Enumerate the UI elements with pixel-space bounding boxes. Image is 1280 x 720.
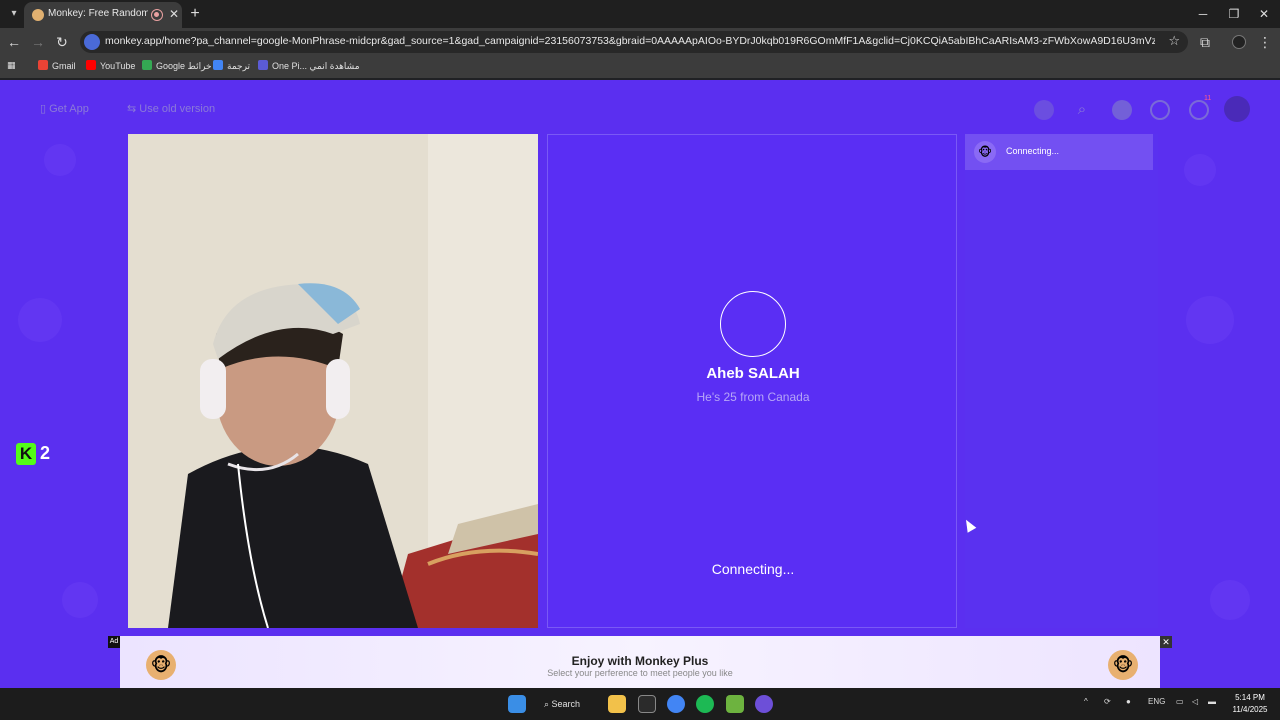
bookmark-google-maps[interactable]: Google خرائط: [142, 60, 212, 74]
network-icon[interactable]: ▭: [1176, 697, 1184, 706]
kick-badge[interactable]: K 2: [14, 442, 58, 466]
extensions-icon[interactable]: ⧉: [1196, 33, 1214, 51]
recording-icon: [151, 9, 163, 21]
microphone-icon[interactable]: ●: [1126, 697, 1131, 706]
history-icon[interactable]: [1150, 100, 1170, 120]
sync-icon[interactable]: ⟳: [1104, 697, 1111, 706]
app-icon[interactable]: [638, 695, 656, 713]
back-icon[interactable]: ←: [5, 33, 23, 51]
youtube-icon: [86, 60, 96, 70]
clock-date: 11/4/2025: [1232, 705, 1268, 714]
reload-icon[interactable]: ↻: [53, 33, 71, 51]
profile-avatar[interactable]: [1232, 35, 1246, 49]
connection-status: Connecting...: [711, 561, 795, 577]
monkey-page: ▯ Get App ⇆ Use old version ⌕ 11 Aheb SA…: [0, 80, 1280, 688]
ad-headline: Enjoy with Monkey Plus: [571, 654, 709, 668]
search-icon[interactable]: ⌕: [1072, 100, 1092, 120]
maximize-icon[interactable]: ❐: [1219, 5, 1249, 23]
chat-item-label: Connecting...: [1006, 146, 1060, 156]
windows-start-icon[interactable]: [508, 695, 526, 713]
peer-avatar: [720, 291, 786, 357]
tab-search-icon[interactable]: ▾: [6, 6, 22, 22]
spotify-icon[interactable]: [696, 695, 714, 713]
browser-toolbar: ← → ↻ monkey.app/home?pa_channel=google-…: [0, 28, 1280, 56]
monkey-favicon-icon: [32, 9, 44, 21]
window-close-icon[interactable]: ✕: [1249, 5, 1279, 23]
webcam-feed: [128, 134, 538, 628]
monkey-avatar-icon: 🐵: [974, 141, 996, 163]
bookmark-gmail[interactable]: Gmail: [38, 60, 76, 74]
app-icon[interactable]: [755, 695, 773, 713]
peer-panel: Aheb SALAH He's 25 from Canada Connectin…: [547, 134, 957, 628]
taskbar: ⌕ Search ^ ⟳ ● ENG ▭ ◁ ▬ 5:14 PM 11/4/20…: [0, 688, 1280, 720]
maps-icon: [142, 60, 152, 70]
get-app-button[interactable]: ▯ Get App: [40, 102, 89, 115]
apps-grid-icon[interactable]: ▦: [7, 60, 16, 74]
peer-name: Aheb SALAH: [706, 365, 800, 382]
chat-list-item[interactable]: 🐵 Connecting...: [965, 134, 1153, 170]
battery-icon[interactable]: ▬: [1208, 697, 1216, 706]
ad-banner[interactable]: 🐵 Enjoy with Monkey Plus Select your per…: [120, 636, 1160, 688]
clock-time: 5:14 PM: [1235, 693, 1265, 702]
menu-icon[interactable]: ⋮: [1256, 33, 1274, 51]
new-tab-button[interactable]: +: [186, 5, 204, 23]
notification-count: 11: [1204, 95, 1212, 102]
browser-tab[interactable]: Monkey: Free Random Vide ✕: [24, 2, 182, 28]
monkey-mascot-icon: 🐵: [1108, 650, 1138, 680]
old-version-button[interactable]: ⇆ Use old version: [127, 102, 215, 115]
ad-close-icon[interactable]: ✕: [1160, 636, 1172, 648]
badge-count: 2: [40, 443, 51, 463]
user-avatar[interactable]: [1224, 96, 1250, 122]
bookmark-youtube[interactable]: YouTube: [86, 60, 135, 74]
volume-icon[interactable]: ◁: [1192, 697, 1198, 706]
url-text[interactable]: monkey.app/home?pa_channel=google-MonPhr…: [105, 35, 1155, 49]
forward-icon[interactable]: →: [29, 33, 47, 51]
minimize-icon[interactable]: ─: [1188, 5, 1218, 23]
language-indicator[interactable]: ENG: [1148, 697, 1165, 706]
tray-chevron-icon[interactable]: ^: [1084, 697, 1088, 706]
bookmark-star-icon[interactable]: ☆: [1168, 33, 1180, 49]
chrome-icon[interactable]: [667, 695, 685, 713]
kick-icon: K: [16, 443, 36, 465]
app-icon[interactable]: [726, 695, 744, 713]
gmail-icon: [38, 60, 48, 70]
coins-icon[interactable]: [1112, 100, 1132, 120]
peer-subtitle: He's 25 from Canada: [696, 390, 810, 404]
file-explorer-icon[interactable]: [608, 695, 626, 713]
ad-label: Ad: [108, 636, 120, 648]
bookmarks-bar: ▦ Gmail YouTube Google خرائط ترجمة One P…: [0, 56, 1280, 78]
tab-close-icon[interactable]: ✕: [167, 7, 181, 21]
translate-icon: [213, 60, 223, 70]
ad-subtext: Select your perference to meet people yo…: [547, 668, 733, 678]
tab-bar: ▾ Monkey: Free Random Vide ✕ + ─ ❐ ✕: [0, 0, 1280, 28]
tab-title: Monkey: Free Random Vide: [48, 8, 148, 19]
address-bar[interactable]: monkey.app/home?pa_channel=google-MonPhr…: [80, 31, 1188, 53]
site-info-icon[interactable]: [84, 34, 100, 50]
messages-icon[interactable]: [1189, 100, 1209, 120]
shop-icon[interactable]: [1034, 100, 1054, 120]
clock[interactable]: 5:14 PM 11/4/2025: [1226, 692, 1274, 716]
bookmark-anime[interactable]: One Pi... مشاهدة انمي: [258, 60, 360, 74]
chat-panel: 🐵 Connecting...: [965, 134, 1158, 628]
self-video: [128, 134, 538, 628]
taskbar-search[interactable]: ⌕ Search: [544, 694, 604, 714]
bookmark-translate[interactable]: ترجمة: [213, 60, 250, 74]
w-site-icon: [258, 60, 268, 70]
